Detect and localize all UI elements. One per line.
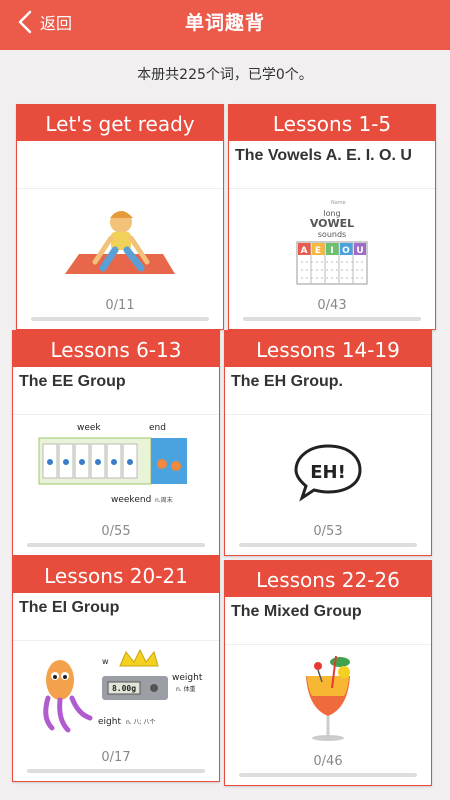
card-title: Lessons 1-5 — [229, 105, 435, 141]
lesson-card-lessons-14-19[interactable]: Lessons 14-19 The EH Group. EH! 0/53 — [224, 330, 432, 556]
art-eight-word: eight — [98, 717, 121, 727]
art-word-weekend: weekend — [111, 495, 151, 505]
card-subtitle: The EH Group. — [225, 367, 431, 415]
card-subtitle — [17, 141, 223, 189]
lesson-card-lessons-6-13[interactable]: Lessons 6-13 The EE Group week end weeke… — [12, 330, 220, 556]
vowel-letter-u: U — [356, 246, 363, 256]
card-progress-count: 0/17 — [101, 750, 131, 765]
card-progress-bar — [27, 543, 205, 547]
card-progress-bar — [243, 317, 421, 321]
card-progress-count: 0/11 — [105, 298, 135, 313]
card-progress-bar — [31, 317, 209, 321]
long-vowel-sounds-chart-image: Name long VOWEL sounds A E I O U — [229, 189, 435, 295]
top-bar: 返回 单词趣背 — [0, 0, 450, 50]
art-w-letter: w — [102, 657, 109, 666]
lesson-card-lessons-1-5[interactable]: Lessons 1-5 The Vowels A. E. I. O. U Nam… — [228, 104, 436, 330]
card-progress-bar — [27, 769, 205, 773]
speech-bubble-eh-image: EH! — [225, 415, 431, 521]
octopus-scale-crown-image: w 8.00g weight n. 体重 eight n. 八; 八个 — [13, 641, 219, 747]
art-line2: VOWEL — [310, 217, 354, 230]
vowel-letter-e: E — [315, 246, 321, 256]
lesson-card-lessons-20-21[interactable]: Lessons 20-21 The EI Group w 8.00g weigh… — [12, 556, 220, 782]
vowel-letter-a: A — [301, 246, 308, 256]
card-title: Lessons 20-21 — [13, 557, 219, 593]
book-summary: 本册共225个词，已学0个。 — [137, 67, 313, 83]
page-title: 单词趣背 — [184, 12, 265, 34]
card-progress-count: 0/43 — [317, 298, 347, 313]
lesson-card-lets-get-ready[interactable]: Let's get ready 0/11 — [16, 104, 224, 330]
card-subtitle: The Mixed Group — [225, 597, 431, 645]
vowel-letter-i: I — [330, 246, 333, 256]
art-bubble-text: EH! — [310, 462, 346, 483]
kid-starting-position-image — [17, 189, 223, 295]
lesson-card-lessons-22-26[interactable]: Lessons 22-26 The Mixed Group 0/46 — [224, 560, 432, 786]
card-title: Lessons 22-26 — [225, 561, 431, 597]
art-week-label: week — [77, 423, 101, 433]
card-progress-count: 0/46 — [313, 754, 343, 769]
weekend-calendar-image: week end weekend n.周末 — [13, 415, 219, 521]
card-subtitle: The Vowels A. E. I. O. U — [229, 141, 435, 189]
art-name-label: Name — [331, 200, 346, 206]
card-title: Let's get ready — [17, 105, 223, 141]
vowel-letter-o: O — [342, 246, 350, 256]
art-weight-word: weight — [172, 673, 203, 683]
card-subtitle: The EE Group — [13, 367, 219, 415]
card-subtitle: The EI Group — [13, 593, 219, 641]
card-progress-count: 0/55 — [101, 524, 131, 539]
card-progress-count: 0/53 — [313, 524, 343, 539]
card-progress-bar — [239, 543, 417, 547]
card-title: Lessons 6-13 — [13, 331, 219, 367]
art-eight-meaning: n. 八; 八个 — [126, 719, 156, 726]
art-scale-display: 8.00g — [112, 684, 136, 693]
art-weight-meaning: n. 体重 — [176, 685, 196, 693]
card-title: Lessons 14-19 — [225, 331, 431, 367]
card-progress-bar — [239, 773, 417, 777]
art-meaning: n.周末 — [155, 496, 173, 504]
cocktail-glass-image — [225, 645, 431, 751]
art-end-label: end — [149, 423, 166, 433]
art-line3: sounds — [318, 230, 346, 239]
